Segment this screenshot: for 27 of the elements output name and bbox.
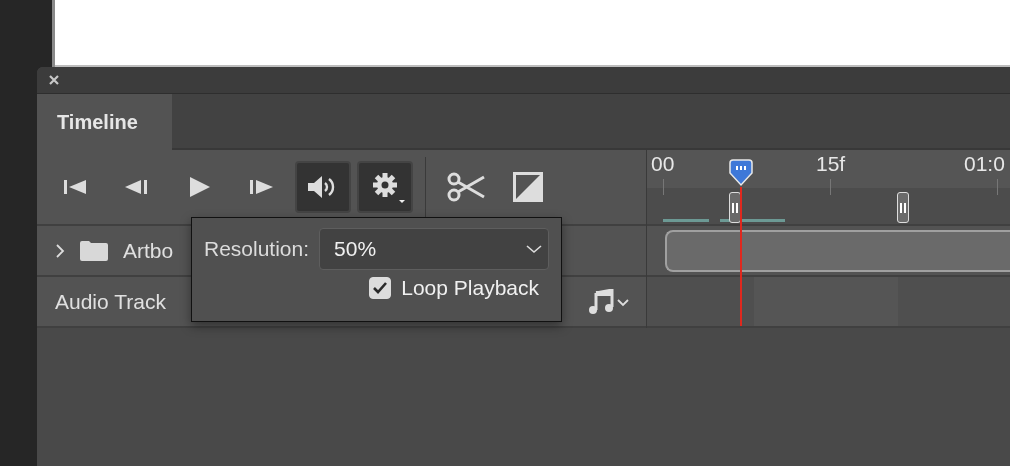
panel-tab[interactable]: Timeline [37, 94, 172, 150]
time-label: 01:0 [964, 152, 1005, 176]
expand-icon[interactable] [55, 242, 65, 259]
music-note-icon [588, 288, 632, 315]
track-name: Audio Track [55, 289, 166, 314]
playhead-handle[interactable] [727, 159, 755, 187]
work-area-start-handle[interactable] [729, 192, 741, 223]
audio-menu-button[interactable] [588, 288, 632, 315]
next-frame-icon [248, 178, 274, 196]
first-frame-icon [62, 178, 88, 196]
loop-playback-checkbox[interactable]: Loop Playback [369, 276, 539, 300]
resolution-dropdown[interactable]: 50% [319, 228, 549, 270]
close-icon[interactable] [48, 74, 60, 86]
folder-icon [79, 239, 109, 262]
checkmark-icon [372, 281, 389, 295]
transition-icon [513, 172, 543, 202]
chevron-icon [526, 244, 542, 254]
layer-clip[interactable] [665, 229, 1010, 272]
scissors-icon [446, 171, 486, 203]
time-label: 00 [651, 152, 675, 176]
resolution-label: Resolution: [204, 237, 310, 261]
audio-button[interactable] [295, 161, 351, 213]
time-label: 15f [816, 152, 846, 176]
track-name: Artbo [123, 238, 174, 263]
previous-frame-icon [124, 178, 150, 196]
settings-button[interactable] [357, 161, 413, 213]
work-area-end-handle[interactable] [897, 192, 909, 223]
